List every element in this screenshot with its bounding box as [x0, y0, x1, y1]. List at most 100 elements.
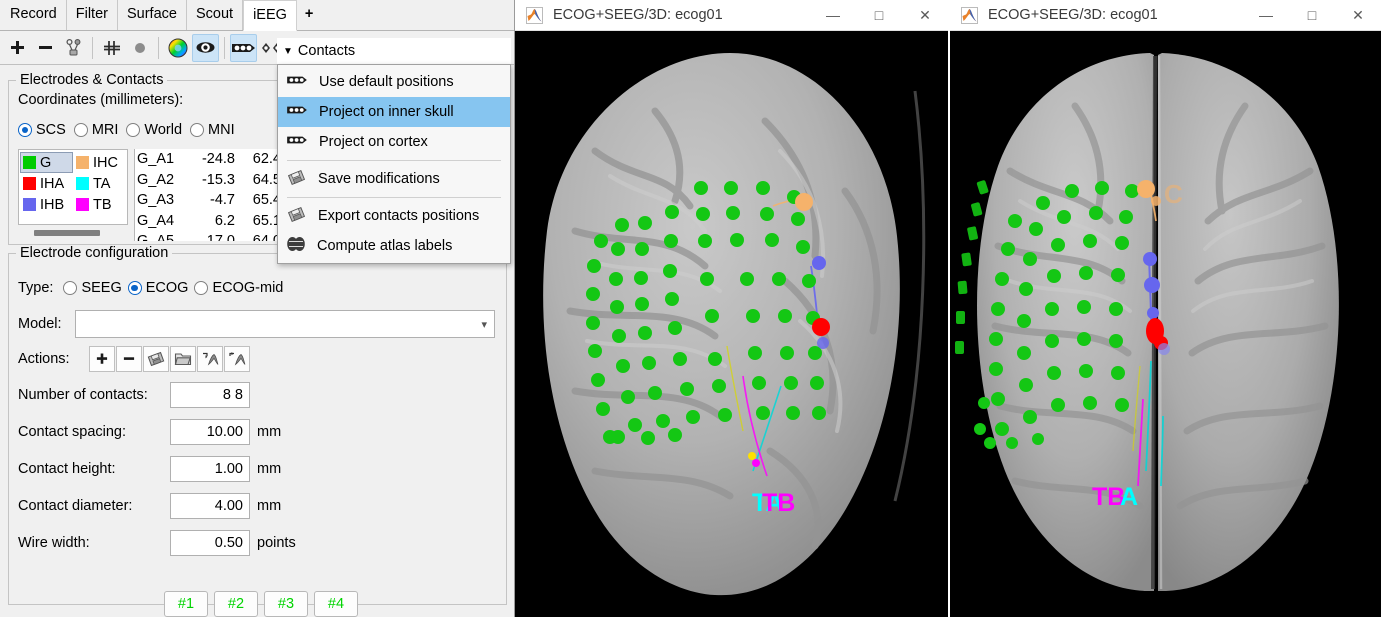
menu-item-project-on-inner-skull[interactable]: Project on inner skull: [278, 97, 510, 127]
contact-ihc: [795, 193, 813, 211]
show-electrodes-icon[interactable]: [192, 34, 219, 62]
menu-item-use-default-positions[interactable]: Use default positions: [278, 67, 510, 97]
maximize-button[interactable]: □: [856, 0, 902, 31]
electrode-color-swatch: [23, 177, 36, 190]
contact-x: 6.2: [189, 213, 235, 229]
menu-item-compute-atlas-labels[interactable]: Compute atlas labels: [278, 231, 510, 261]
tab-record[interactable]: Record: [1, 0, 67, 30]
matlab-icon: [526, 7, 543, 24]
tab-ieeg[interactable]: iEEG: [243, 0, 297, 31]
electrode-list-scrollbar[interactable]: [18, 226, 128, 240]
3d-brain-view-right[interactable]: C TB A: [950, 31, 1381, 617]
list-item[interactable]: IHC: [73, 152, 126, 173]
contact-x: -24.8: [189, 151, 235, 167]
toolbar-separator-2: [158, 37, 159, 59]
add-electrode-icon[interactable]: [4, 34, 31, 62]
3d-brain-view-left[interactable]: TA TB: [515, 31, 948, 617]
save-electrode-button[interactable]: [143, 346, 169, 372]
list-item[interactable]: IHB: [20, 194, 73, 215]
electrode-list[interactable]: G IHC IHA TA IHB TB: [18, 149, 128, 225]
menu-item-save-modifications[interactable]: Save modifications: [278, 164, 510, 194]
electrode-color-swatch: [23, 156, 36, 169]
electrode-configuration-title: Electrode configuration: [16, 245, 172, 261]
contact-height-input[interactable]: 1.00: [170, 456, 250, 482]
wire-width-input[interactable]: 0.50: [170, 530, 250, 556]
contact-diameter-unit: mm: [257, 498, 281, 514]
radio-ecog-mid[interactable]: ECOG-mid: [194, 280, 283, 296]
radio-mri[interactable]: MRI: [74, 122, 119, 138]
electrodes-contacts-title: Electrodes & Contacts: [16, 72, 167, 88]
menu-item-export-contacts-positions[interactable]: Export contacts positions: [278, 201, 510, 231]
contacts-menu-header[interactable]: ▼ Contacts: [277, 38, 511, 64]
radio-scs-dot: [18, 123, 32, 137]
sphere-icon[interactable]: [126, 34, 153, 62]
radio-scs[interactable]: SCS: [18, 122, 66, 138]
maximize-button[interactable]: □: [1289, 0, 1335, 31]
table-row[interactable]: G_A2 -15.3 64.5: [135, 170, 294, 191]
model-select[interactable]: ▾: [75, 310, 495, 338]
remove-electrode-icon[interactable]: [32, 34, 59, 62]
tab-surface[interactable]: Surface: [118, 0, 187, 30]
contact-diameter-input[interactable]: 4.00: [170, 493, 250, 519]
close-button[interactable]: ✕: [902, 0, 948, 31]
show-contacts-icon[interactable]: [230, 34, 257, 62]
type-label: Type:: [18, 280, 53, 296]
color-wheel-icon[interactable]: [164, 34, 191, 62]
menu-item-project-on-cortex[interactable]: Project on cortex: [278, 127, 510, 157]
electrode-depth-icon[interactable]: [60, 34, 87, 62]
tab-scout[interactable]: Scout: [187, 0, 243, 30]
3d-window-right-title: ECOG+SEEG/3D: ecog01: [988, 7, 1243, 23]
contact-spacing-input[interactable]: 10.00: [170, 419, 250, 445]
radio-ecog[interactable]: ECOG: [128, 280, 189, 296]
electrode-color-swatch: [76, 177, 89, 190]
remove-contact-button[interactable]: [116, 346, 142, 372]
save-icon: [286, 168, 307, 191]
number-of-contacts-input[interactable]: 8 8: [170, 382, 250, 408]
load-electrode-button[interactable]: [170, 346, 196, 372]
radio-scs-label: SCS: [36, 122, 66, 138]
table-row[interactable]: G_A5 17.0 64.0: [135, 231, 294, 241]
ieeg-control-panel: Record Filter Surface Scout iEEG +: [0, 0, 515, 617]
electrode-color-swatch: [23, 198, 36, 211]
import-matlab-button[interactable]: [197, 346, 223, 372]
add-contact-button[interactable]: [89, 346, 115, 372]
3d-window-right: ECOG+SEEG/3D: ecog01 — □ ✕: [950, 0, 1381, 617]
table-row[interactable]: G_A1 -24.8 62.4: [135, 149, 294, 170]
tab-add-button[interactable]: +: [297, 0, 321, 30]
contact-ihb: [1143, 252, 1157, 266]
3d-window-left: ECOG+SEEG/3D: ecog01 — □ ✕: [515, 0, 948, 617]
contacts-icon: [286, 74, 308, 90]
radio-seeg[interactable]: SEEG: [63, 280, 121, 296]
close-button[interactable]: ✕: [1335, 0, 1381, 31]
tab-filter[interactable]: Filter: [67, 0, 118, 30]
coordinate-table[interactable]: G_A1 -24.8 62.4 G_A2 -15.3 64.5 G_A3 -4.…: [134, 149, 294, 241]
table-row[interactable]: G_A4 6.2 65.1: [135, 211, 294, 232]
preset-button-1[interactable]: #1: [164, 591, 208, 617]
radio-ecog-dot: [128, 281, 142, 295]
contact-y: 62.4: [235, 151, 281, 167]
radio-ecog-mid-dot: [194, 281, 208, 295]
preset-button-4[interactable]: #4: [314, 591, 358, 617]
list-item[interactable]: G: [20, 152, 73, 173]
contact-y: 65.1: [235, 213, 281, 229]
radio-mni[interactable]: MNI: [190, 122, 235, 138]
radio-world[interactable]: World: [126, 122, 182, 138]
coordinate-system-radios: SCS MRI World MNI: [18, 122, 241, 138]
electrode-label-tb: TB: [762, 489, 795, 518]
table-row[interactable]: G_A3 -4.7 65.4: [135, 190, 294, 211]
contact-name: G_A4: [137, 213, 189, 229]
preset-button-3[interactable]: #3: [264, 591, 308, 617]
export-matlab-button[interactable]: [224, 346, 250, 372]
electrode-color-swatch: [76, 156, 89, 169]
list-item[interactable]: TB: [73, 194, 126, 215]
minimize-button[interactable]: —: [1243, 0, 1289, 31]
contact-x: 17.0: [189, 233, 235, 241]
minimize-button[interactable]: —: [810, 0, 856, 31]
field-row-number-of-contacts: Number of contacts: 8 8: [18, 382, 296, 408]
preset-button-2[interactable]: #2: [214, 591, 258, 617]
list-item[interactable]: TA: [73, 173, 126, 194]
scrollbar-thumb[interactable]: [34, 230, 100, 236]
electrode-label: TA: [93, 176, 110, 192]
list-item[interactable]: IHA: [20, 173, 73, 194]
crosshair-icon[interactable]: [98, 34, 125, 62]
